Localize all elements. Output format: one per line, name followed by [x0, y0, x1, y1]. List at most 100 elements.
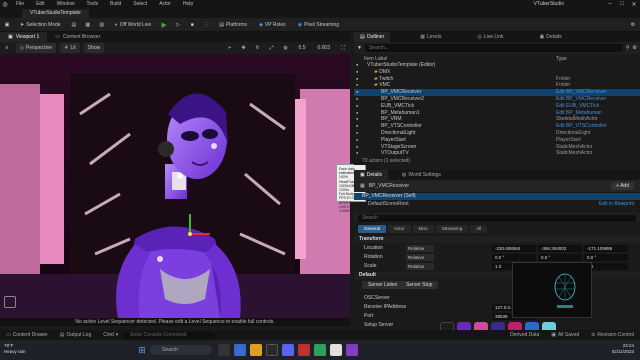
outliner-row[interactable]: ● VTOutputTV StaticMeshActor: [354, 150, 640, 157]
tab-outliner[interactable]: ▤ Outliner: [354, 32, 391, 42]
location-z-field[interactable]: -171.109986: [584, 244, 628, 252]
outliner-row[interactable]: ● BP_VMCReceiver2 Edit BP_VMCReceiver: [354, 96, 640, 103]
level-viewport[interactable]: [0, 54, 350, 318]
app-icon[interactable]: [330, 344, 342, 356]
stop-icon[interactable]: ■: [187, 20, 197, 30]
cinematics-icon[interactable]: ▥: [97, 20, 107, 30]
tab-details-top[interactable]: ▣ Details: [534, 32, 568, 42]
windows-start-icon[interactable]: ⊞: [136, 344, 148, 356]
browser-icon[interactable]: [234, 344, 246, 356]
default-section-header[interactable]: Default: [354, 272, 640, 279]
outliner-settings-icon[interactable]: ⚙: [633, 45, 637, 51]
menu-window[interactable]: Window: [51, 1, 81, 7]
rotation-y-field[interactable]: 0.0 °: [538, 253, 582, 261]
fov-value[interactable]: 0.5: [295, 43, 310, 53]
menu-file[interactable]: File: [10, 1, 30, 7]
location-y-field[interactable]: -366.394002: [538, 244, 582, 252]
visibility-eye-icon[interactable]: ●: [356, 130, 358, 137]
component-scene-root-row[interactable]: DefaultSceneRoot Edit in Blueprint: [354, 200, 640, 208]
menu-actor[interactable]: Actor: [153, 1, 177, 7]
scale-tool-icon[interactable]: ⤢: [267, 43, 277, 53]
save-icon[interactable]: ▣: [2, 20, 12, 30]
outliner-row[interactable]: ● ▰ Twitch Folder: [354, 76, 640, 83]
blueprint-icon[interactable]: ▦: [83, 20, 93, 30]
scale-mode-dropdown[interactable]: Relative: [406, 262, 434, 270]
category-all[interactable]: All: [470, 225, 488, 233]
settings-icon[interactable]: ⚙: [628, 20, 638, 30]
rotate-tool-icon[interactable]: ↻: [253, 43, 263, 53]
app-icon[interactable]: [314, 344, 326, 356]
visibility-eye-icon[interactable]: ●: [356, 123, 358, 130]
more-options-icon[interactable]: ⋮: [201, 20, 211, 30]
server-stop-button[interactable]: Server Stop: [400, 281, 439, 289]
outliner-row[interactable]: ● EUB_VMCTick Edit EUB_VMCTick: [354, 103, 640, 110]
visibility-eye-icon[interactable]: ●: [356, 76, 358, 83]
category-streaming[interactable]: Streaming: [435, 225, 469, 233]
outliner-item-type[interactable]: Edit BP_VMCReceiver: [556, 89, 606, 96]
tab-details[interactable]: ▣ Details: [354, 170, 389, 180]
selection-mode-button[interactable]: ➤ Selection Mode: [16, 20, 65, 30]
task-view-icon[interactable]: [218, 344, 230, 356]
add-component-button[interactable]: + Add: [611, 182, 634, 190]
rotation-mode-dropdown[interactable]: Relative: [406, 253, 434, 261]
visibility-eye-icon[interactable]: ●: [356, 69, 358, 76]
all-saved-button[interactable]: ▣ All Saved: [545, 332, 585, 338]
tab-content-browser[interactable]: ▭ Content Browser: [47, 32, 108, 42]
vp-roles-dropdown[interactable]: ◆ VP Roles: [255, 20, 290, 30]
outliner-row[interactable]: ● BP_Metahuman1 Edit BP_Metahuman: [354, 110, 640, 117]
app-icon[interactable]: [298, 344, 310, 356]
platforms-dropdown[interactable]: ▤ Platforms: [215, 20, 251, 30]
rotation-z-field[interactable]: 0.0 °: [584, 253, 628, 261]
tab-live-link[interactable]: ◎ Live Link: [471, 32, 509, 42]
outliner-row[interactable]: ● ▰ VMC Folder: [354, 82, 640, 89]
weather-widget[interactable]: 78°F Heavy rain: [4, 343, 44, 355]
world-icon[interactable]: ◍: [281, 43, 291, 53]
step-icon[interactable]: ▷: [173, 20, 183, 30]
location-mode-dropdown[interactable]: Relative: [406, 244, 434, 252]
details-search-input[interactable]: Search: [358, 214, 636, 222]
console-input[interactable]: Enter Console Command: [124, 331, 215, 339]
unreal-logo-icon[interactable]: ◎: [0, 0, 10, 8]
maximize-icon[interactable]: □: [616, 1, 628, 7]
outliner-item-type[interactable]: Edit BP_VMCReceiver: [556, 96, 606, 103]
visibility-eye-icon[interactable]: ●: [356, 137, 358, 144]
visibility-eye-icon[interactable]: ●: [356, 62, 358, 69]
project-tab[interactable]: VTuberStudioTemplate: [22, 9, 89, 18]
minimize-icon[interactable]: –: [604, 1, 616, 7]
outliner-row[interactable]: ● BP_VMCReceiver Edit BP_VMCReceiver: [354, 89, 640, 96]
outliner-row[interactable]: ● VTStageScreen StaticMeshActor: [354, 144, 640, 151]
server-listen-button[interactable]: Server Listen: [362, 281, 404, 289]
camera-speed-value[interactable]: 0.003: [313, 43, 334, 53]
output-log-button[interactable]: ▤ Output Log: [54, 332, 97, 338]
outliner-row[interactable]: ● ▰ DMX: [354, 69, 640, 76]
visibility-eye-icon[interactable]: ●: [356, 89, 358, 96]
category-actor[interactable]: Actor: [388, 225, 411, 233]
vmc-preview-window[interactable]: [512, 262, 592, 318]
outliner-row[interactable]: ● PlayerStart PlayerStart: [354, 137, 640, 144]
select-tool-icon[interactable]: ➤: [225, 43, 235, 53]
menu-select[interactable]: Select: [127, 1, 153, 7]
revision-control-button[interactable]: ⊘ Revision Control: [585, 332, 640, 338]
component-self-row[interactable]: BP_VMCReceiver (Self): [354, 193, 640, 200]
show-button[interactable]: Show: [83, 43, 105, 53]
unreal-taskbar-icon[interactable]: [266, 344, 278, 356]
visibility-eye-icon[interactable]: ●: [356, 110, 358, 117]
close-icon[interactable]: ✕: [628, 1, 640, 8]
system-clock[interactable]: 23:24 02/11/2023: [612, 343, 634, 355]
taskbar-search-input[interactable]: Search: [150, 345, 212, 355]
visibility-eye-icon[interactable]: ●: [356, 82, 358, 89]
play-icon[interactable]: ▶: [159, 20, 169, 30]
visibility-eye-icon[interactable]: ●: [356, 116, 358, 123]
outliner-row[interactable]: ● VTuberStudioTemplate (Editor): [354, 62, 640, 69]
visibility-eye-icon[interactable]: ●: [356, 150, 358, 157]
world-live-dropdown[interactable]: ● Off World Live: [111, 20, 156, 30]
visibility-eye-icon[interactable]: ●: [356, 103, 358, 110]
add-filter-icon[interactable]: ▼: [357, 45, 362, 51]
app-icon[interactable]: [346, 344, 358, 356]
outliner-item-type[interactable]: Edit BP_Metahuman: [556, 110, 602, 117]
maximize-viewport-icon[interactable]: ⛶: [338, 43, 348, 53]
actor-name[interactable]: BP_VMCReceiver: [369, 183, 409, 189]
menu-edit[interactable]: Edit: [30, 1, 51, 7]
visibility-eye-icon[interactable]: ●: [356, 144, 358, 151]
file-explorer-icon[interactable]: [250, 344, 262, 356]
